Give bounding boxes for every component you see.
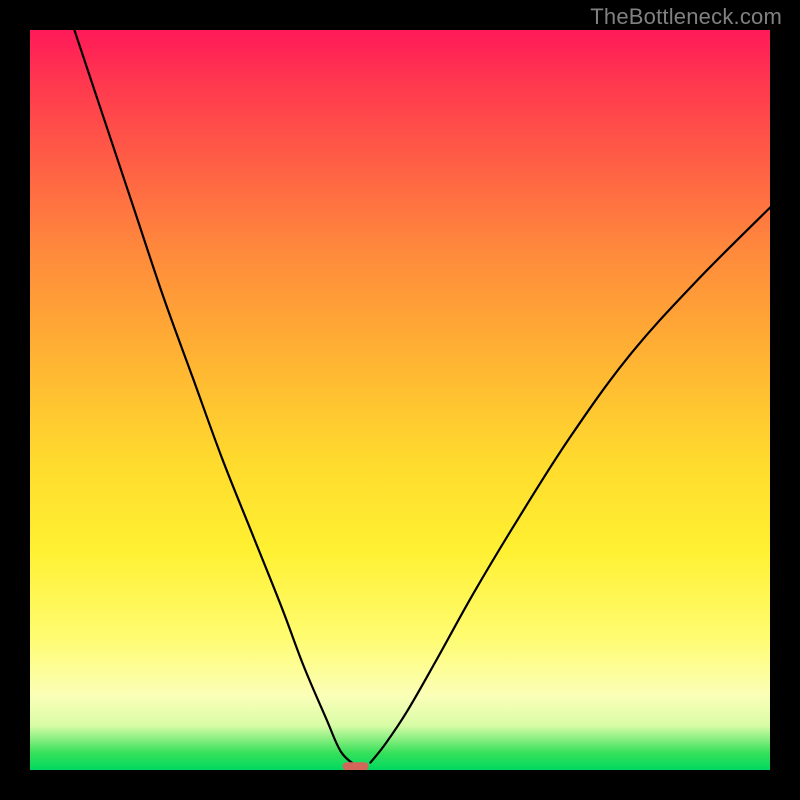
plot-area bbox=[30, 30, 770, 770]
watermark-text: TheBottleneck.com bbox=[590, 4, 782, 30]
gradient-background bbox=[30, 30, 770, 770]
chart-frame: TheBottleneck.com bbox=[0, 0, 800, 800]
